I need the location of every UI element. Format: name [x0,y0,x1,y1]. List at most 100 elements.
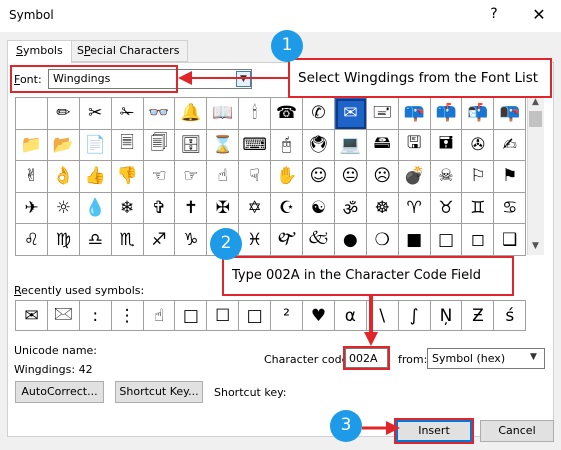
symbol-cell[interactable]: 📫 [430,98,463,130]
symbol-cell[interactable]: 🔔 [175,98,208,130]
recent-symbol-cell[interactable]: ☐ [207,301,240,331]
chevron-down-icon[interactable]: ▼ [530,352,537,362]
recent-symbol-cell[interactable]: □ [175,301,208,331]
symbol-cell[interactable]: 😐 [334,161,367,193]
symbol-cell[interactable]: ☠ [430,161,463,193]
symbol-cell[interactable]: ❍ [366,224,399,256]
symbol-cell[interactable]: ✋ [271,161,304,193]
symbol-cell[interactable]: 👎 [111,161,144,193]
recent-symbol-cell[interactable]: 🖂 [47,301,80,331]
symbol-cell[interactable]: ● [334,224,367,256]
symbol-cell[interactable]: ♉ [430,192,463,225]
symbol-cell[interactable]: ☪ [271,192,304,225]
symbol-cell[interactable]: ☜ [143,161,176,193]
symbol-cell[interactable]: ☟ [239,161,272,193]
symbol-cell[interactable]: ✁ [111,98,144,130]
symbol-cell[interactable]: ⌛ [207,129,240,162]
symbol-cell[interactable]: ✈ [16,192,48,225]
symbol-cell[interactable]: ☹ [366,161,399,193]
recent-symbol-cell[interactable]: ∫ [398,301,431,331]
tab-symbols[interactable]: Symbols [7,40,72,63]
help-button[interactable]: ? [486,6,502,22]
symbol-cell[interactable]: ✉ [334,98,367,130]
symbol-cell[interactable]: ⚑ [494,161,527,193]
symbol-cell[interactable]: ❄ [111,192,144,225]
recent-symbol-cell[interactable]: ś [494,301,527,331]
symbol-cell[interactable]: ☞ [175,161,208,193]
symbol-cell[interactable]: 🖰 [271,129,304,162]
symbol-cell[interactable]: 🙵 [303,224,335,256]
symbol-cell[interactable]: ✇ [462,129,495,162]
symbol-cell[interactable]: 📪 [398,98,431,130]
symbol-cell[interactable]: 🗏 [111,129,144,162]
symbol-cell[interactable]: 🗄 [175,129,208,162]
recent-symbol-cell[interactable]: ⋮ [111,301,144,331]
shortcut-key-button[interactable]: Shortcut Key... [115,381,203,403]
close-button[interactable]: ✕ [530,5,548,24]
scroll-down-icon[interactable]: ▼ [527,241,544,255]
symbol-cell[interactable]: ✍ [494,129,527,162]
symbol-cell[interactable]: 📂 [47,129,80,162]
symbol-cell[interactable]: □ [430,224,463,256]
symbol-cell[interactable] [16,98,48,130]
symbol-cell[interactable]: ☸ [366,192,399,225]
symbol-cell[interactable]: ♓ [239,224,272,256]
symbol-cell[interactable]: 👓 [143,98,176,130]
symbol-cell[interactable]: 💻 [334,129,367,162]
symbol-cell[interactable]: ■ [398,224,431,256]
symbol-cell[interactable]: ✂ [79,98,112,130]
symbol-cell[interactable]: 🙰 [271,224,304,256]
symbol-cell[interactable]: 💣 [398,161,431,193]
symbol-cell[interactable]: ✡ [239,192,272,225]
symbol-cell[interactable]: ⚐ [462,161,495,193]
symbol-cell[interactable]: ♋ [494,192,527,225]
symbol-cell[interactable]: 👍 [79,161,112,193]
recent-symbol-cell[interactable]: ☝ [143,301,176,331]
symbol-cell[interactable]: 📁 [16,129,48,162]
symbol-cell[interactable]: 🖫 [398,129,431,162]
recent-symbol-cell[interactable]: : [79,301,112,331]
recent-symbol-cell[interactable]: ✉ [16,301,48,331]
symbol-cell[interactable]: ☎ [271,98,304,130]
symbol-cell[interactable]: 🖬 [430,129,463,162]
symbol-cell[interactable]: ♍ [47,224,80,256]
symbol-cell[interactable]: ✌ [16,161,48,193]
recent-symbol-cell[interactable]: ♥ [303,301,335,331]
symbol-cell[interactable]: 🖴 [366,129,399,162]
autocorrect-button[interactable]: AutoCorrect... [15,381,104,403]
symbol-cell[interactable]: 📄 [79,129,112,162]
symbol-cell[interactable]: ♈ [398,192,431,225]
recent-symbol-cell[interactable]: □ [239,301,272,331]
symbol-cell[interactable]: ☯ [303,192,335,225]
symbol-cell[interactable]: 🕯 [239,98,272,130]
symbol-cell[interactable]: ✞ [143,192,176,225]
recent-symbol-cell[interactable]: Ņ [430,301,463,331]
symbol-cell[interactable]: ❑ [494,224,527,256]
symbol-cell[interactable]: ♎ [79,224,112,256]
symbol-cell[interactable]: ⌨ [239,129,272,162]
symbol-cell[interactable]: 📭 [494,98,527,130]
symbol-cell[interactable]: ✏ [47,98,80,130]
scroll-up-icon[interactable]: ▲ [527,97,544,111]
symbol-cell[interactable]: ◻ [462,224,495,256]
symbol-cell[interactable]: ♑ [175,224,208,256]
symbol-cell[interactable]: 🖃 [366,98,399,130]
symbol-cell[interactable]: 🖲 [303,129,335,162]
recent-symbol-cell[interactable]: ² [271,301,304,331]
symbol-cell[interactable]: ☺ [303,161,335,193]
symbol-cell[interactable]: ♏ [111,224,144,256]
symbol-cell[interactable]: 📖 [207,98,240,130]
scrollbar-thumb[interactable] [529,111,542,127]
symbol-cell[interactable]: ✠ [207,192,240,225]
tab-special-characters[interactable]: SPecial Characters [68,40,189,62]
symbol-cell[interactable]: ॐ [334,192,367,225]
recent-symbol-cell[interactable]: Ƶ [462,301,495,331]
symbol-cell[interactable]: ☝ [207,161,240,193]
symbol-cell[interactable]: ♌ [16,224,48,256]
symbol-cell[interactable]: ✝ [175,192,208,225]
symbol-cell[interactable]: ☼ [47,192,80,225]
symbol-cell[interactable]: 💧 [79,192,112,225]
symbol-cell[interactable]: 🗐 [143,129,176,162]
symbol-cell[interactable]: 📬 [462,98,495,130]
symbol-cell[interactable]: ♐ [143,224,176,256]
